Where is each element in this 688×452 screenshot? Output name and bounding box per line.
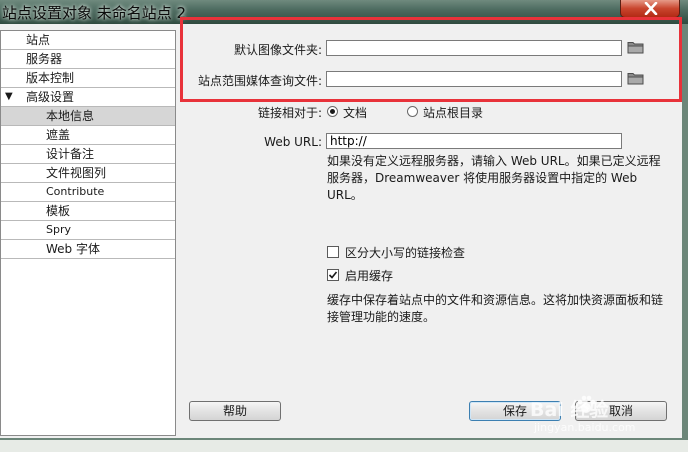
site-setup-dialog: 站点 服务器 版本控制 ▼ 高级设置 本地信息 遮盖 设计备注 文件视图列 Co… [0, 17, 682, 438]
cancel-button[interactable]: 取消 [575, 401, 667, 421]
save-button[interactable]: 保存 [469, 401, 561, 421]
case-sensitive-label[interactable]: 区分大小写的链接检查 [345, 244, 465, 261]
nav-item-label: 设计备注 [46, 147, 95, 161]
case-sensitive-checkbox[interactable] [327, 246, 339, 258]
nav-item-label: 服务器 [26, 52, 63, 66]
web-url-help-text: 如果没有定义远程服务器，请输入 Web URL。如果已定义远程服务器，Dream… [327, 154, 661, 202]
nav-item-servers[interactable]: 服务器 [1, 50, 175, 69]
nav-item-contribute[interactable]: Contribute [1, 183, 175, 202]
radio-site-root[interactable] [407, 106, 418, 117]
checkmark-icon [328, 271, 338, 279]
category-tree[interactable]: 站点 服务器 版本控制 ▼ 高级设置 本地信息 遮盖 设计备注 文件视图列 Co… [0, 30, 176, 436]
default-image-folder-label: 默认图像文件夹: [233, 43, 322, 57]
nav-item-label: 高级设置 [26, 90, 75, 104]
nav-item-label: Spry [46, 223, 71, 236]
nav-item-site[interactable]: 站点 [1, 31, 175, 50]
nav-item-spry[interactable]: Spry [1, 221, 175, 240]
nav-item-label: 文件视图列 [46, 166, 107, 180]
nav-item-cloaking[interactable]: 遮盖 [1, 126, 175, 145]
radio-site-root-label[interactable]: 站点根目录 [423, 104, 483, 121]
nav-item-label: Contribute [46, 185, 105, 198]
radio-document-label[interactable]: 文档 [343, 104, 367, 121]
nav-item-label: Web 字体 [46, 242, 100, 256]
folder-icon [627, 42, 644, 54]
close-icon [644, 2, 658, 15]
nav-item-version-control[interactable]: 版本控制 [1, 69, 175, 88]
nav-item-label: 本地信息 [46, 109, 95, 123]
nav-item-local-info[interactable]: 本地信息 [1, 107, 175, 126]
default-image-folder-input[interactable] [326, 40, 622, 56]
nav-item-design-notes[interactable]: 设计备注 [1, 145, 175, 164]
nav-item-templates[interactable]: 模板 [1, 202, 175, 221]
cache-help-text: 缓存中保存着站点中的文件和资源信息。这将加快资源面板和链接管理功能的速度。 [327, 293, 664, 324]
enable-cache-checkbox[interactable] [327, 269, 339, 281]
window-title: 站点设置对象 未命名站点 2 [2, 4, 187, 22]
expander-triangle-icon[interactable]: ▼ [5, 88, 13, 106]
nav-item-file-view-columns[interactable]: 文件视图列 [1, 164, 175, 183]
close-button[interactable] [620, 0, 680, 18]
radio-document[interactable] [327, 106, 338, 117]
media-query-file-label: 站点范围媒体查询文件: [197, 74, 322, 88]
enable-cache-label[interactable]: 启用缓存 [345, 267, 393, 284]
folder-icon [627, 73, 644, 85]
nav-item-advanced-settings[interactable]: ▼ 高级设置 [1, 88, 175, 107]
web-url-label: Web URL: [264, 135, 322, 149]
desktop-strip [0, 440, 688, 452]
help-button[interactable]: 帮助 [189, 401, 281, 421]
highlight-annotation [180, 17, 682, 102]
media-query-file-input[interactable] [326, 71, 622, 87]
web-url-input[interactable] [326, 133, 622, 149]
browse-folder-button[interactable] [627, 40, 647, 56]
browse-file-button[interactable] [627, 71, 647, 87]
links-relative-label: 链接相对于: [257, 106, 322, 120]
nav-item-label: 遮盖 [46, 128, 71, 142]
nav-item-label: 模板 [46, 204, 71, 218]
nav-item-web-fonts[interactable]: Web 字体 [1, 240, 175, 259]
nav-item-label: 版本控制 [26, 71, 75, 85]
nav-item-label: 站点 [26, 33, 51, 47]
